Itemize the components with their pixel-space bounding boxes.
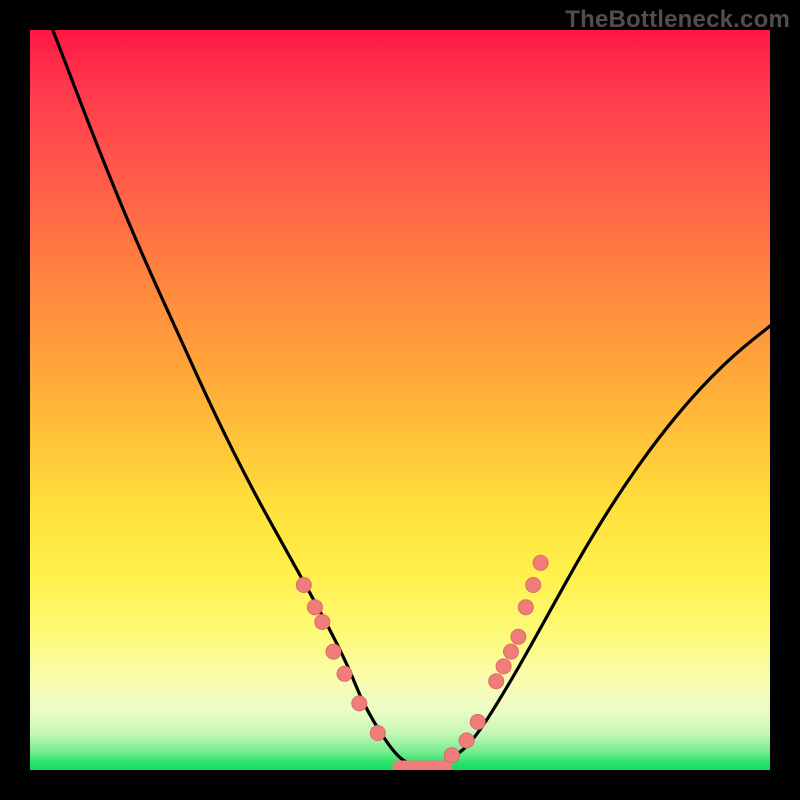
bottleneck-curve	[30, 30, 770, 766]
chart-frame: TheBottleneck.com	[0, 0, 800, 800]
chart-plot-area	[30, 30, 770, 770]
markers-right-point	[444, 748, 459, 763]
markers-right-point	[496, 659, 511, 674]
curve-layer	[30, 30, 770, 766]
markers-left-point	[337, 666, 352, 681]
chart-svg	[30, 30, 770, 770]
markers-left-point	[296, 578, 311, 593]
markers-right-cluster	[444, 555, 548, 762]
markers-left-point	[307, 600, 322, 615]
markers-right-point	[489, 674, 504, 689]
markers-right-point	[526, 578, 541, 593]
markers-left-point	[352, 696, 367, 711]
markers-right-point	[518, 600, 533, 615]
flat-segment	[393, 761, 452, 770]
markers-right-point	[511, 629, 526, 644]
markers-left-point	[370, 726, 385, 741]
markers-left-point	[326, 644, 341, 659]
markers-right-point	[470, 714, 485, 729]
markers-left-point	[315, 615, 330, 630]
markers-right-point	[533, 555, 548, 570]
watermark-text: TheBottleneck.com	[565, 6, 790, 34]
markers-right-point	[459, 733, 474, 748]
flat-segment-rect	[393, 761, 452, 770]
markers-right-point	[504, 644, 519, 659]
